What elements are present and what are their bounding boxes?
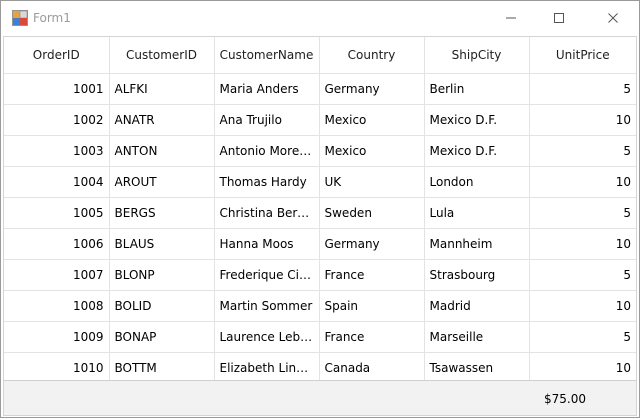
orderid-cell[interactable]: 1004 xyxy=(4,166,110,198)
customername-cell[interactable]: Ana Trujilo xyxy=(214,104,320,136)
table-row[interactable]: 1006 BLAUS Hanna Moos Germany Mannheim 1… xyxy=(4,228,636,260)
customerid-cell[interactable]: BOLID xyxy=(109,290,215,322)
table-row[interactable]: 1005 BERGS Christina Berglund Sweden Lul… xyxy=(4,197,636,229)
column-header-orderid[interactable]: OrderID xyxy=(4,37,110,74)
country-cell[interactable]: France xyxy=(319,259,425,291)
orderid-cell[interactable]: 1008 xyxy=(4,290,110,322)
orderid-cell[interactable]: 1007 xyxy=(4,259,110,291)
customerid-cell[interactable]: BOTTM xyxy=(109,352,215,384)
orderid-cell[interactable]: 1006 xyxy=(4,228,110,260)
orderid-cell[interactable]: 1009 xyxy=(4,321,110,353)
data-grid[interactable]: OrderID CustomerID CustomerName Country … xyxy=(3,36,637,416)
close-icon xyxy=(608,13,618,23)
customerid-cell[interactable]: BONAP xyxy=(109,321,215,353)
customerid-cell[interactable]: ANATR xyxy=(109,104,215,136)
unitprice-cell[interactable]: 5 xyxy=(529,73,636,105)
customername-cell[interactable]: Elizabeth Lincoln xyxy=(214,352,320,384)
country-cell[interactable]: Germany xyxy=(319,73,425,105)
customerid-cell[interactable]: AROUT xyxy=(109,166,215,198)
customername-cell[interactable]: Frederique Citeaux xyxy=(214,259,320,291)
customerid-cell[interactable]: BLONP xyxy=(109,259,215,291)
unitprice-cell[interactable]: 10 xyxy=(529,352,636,384)
summary-row: $75.00 xyxy=(4,380,636,415)
shipcity-cell[interactable]: Marseille xyxy=(424,321,530,353)
country-cell[interactable]: Spain xyxy=(319,290,425,322)
country-cell[interactable]: Germany xyxy=(319,228,425,260)
maximize-icon xyxy=(554,13,564,23)
table-row[interactable]: 1007 BLONP Frederique Citeaux France Str… xyxy=(4,259,636,291)
shipcity-cell[interactable]: Lula xyxy=(424,197,530,229)
country-cell[interactable]: Mexico xyxy=(319,104,425,136)
table-row[interactable]: 1009 BONAP Laurence Lebihan France Marse… xyxy=(4,321,636,353)
country-cell[interactable]: Canada xyxy=(319,352,425,384)
country-cell[interactable]: UK xyxy=(319,166,425,198)
country-cell[interactable]: Mexico xyxy=(319,135,425,167)
shipcity-cell[interactable]: Tsawassen xyxy=(424,352,530,384)
shipcity-cell[interactable]: Mannheim xyxy=(424,228,530,260)
orderid-cell[interactable]: 1003 xyxy=(4,135,110,167)
country-cell[interactable]: Sweden xyxy=(319,197,425,229)
customerid-cell[interactable]: ANTON xyxy=(109,135,215,167)
shipcity-cell[interactable]: Mexico D.F. xyxy=(424,104,530,136)
table-row[interactable]: 1010 BOTTM Elizabeth Lincoln Canada Tsaw… xyxy=(4,352,636,384)
customername-cell[interactable]: Laurence Lebihan xyxy=(214,321,320,353)
window-title: Form1 xyxy=(33,11,71,25)
customername-cell[interactable]: Maria Anders xyxy=(214,73,320,105)
maximize-button[interactable] xyxy=(536,1,582,35)
shipcity-cell[interactable]: Strasbourg xyxy=(424,259,530,291)
customerid-cell[interactable]: BLAUS xyxy=(109,228,215,260)
table-row[interactable]: 1008 BOLID Martin Sommer Spain Madrid 10 xyxy=(4,290,636,322)
shipcity-cell[interactable]: Mexico D.F. xyxy=(424,135,530,167)
table-row[interactable]: 1001 ALFKI Maria Anders Germany Berlin 5 xyxy=(4,73,636,105)
column-header-unitprice[interactable]: UnitPrice xyxy=(529,37,636,74)
orderid-cell[interactable]: 1001 xyxy=(4,73,110,105)
customername-cell[interactable]: Christina Berglund xyxy=(214,197,320,229)
customername-cell[interactable]: Hanna Moos xyxy=(214,228,320,260)
app-icon xyxy=(12,10,28,26)
column-header-shipcity[interactable]: ShipCity xyxy=(424,37,530,74)
unitprice-cell[interactable]: 10 xyxy=(529,166,636,198)
form-window: Form1 OrderID CustomerID CustomerName Co… xyxy=(0,0,640,418)
unitprice-sum: $75.00 xyxy=(544,392,586,406)
orderid-cell[interactable]: 1002 xyxy=(4,104,110,136)
customername-cell[interactable]: Thomas Hardy xyxy=(214,166,320,198)
customerid-cell[interactable]: ALFKI xyxy=(109,73,215,105)
unitprice-cell[interactable]: 10 xyxy=(529,228,636,260)
table-row[interactable]: 1004 AROUT Thomas Hardy UK London 10 xyxy=(4,166,636,198)
orderid-cell[interactable]: 1010 xyxy=(4,352,110,384)
close-button[interactable] xyxy=(590,1,636,35)
customerid-cell[interactable]: BERGS xyxy=(109,197,215,229)
table-row[interactable]: 1002 ANATR Ana Trujilo Mexico Mexico D.F… xyxy=(4,104,636,136)
unitprice-cell[interactable]: 5 xyxy=(529,135,636,167)
customername-cell[interactable]: Antonio Moreno xyxy=(214,135,320,167)
country-cell[interactable]: France xyxy=(319,321,425,353)
table-row[interactable]: 1003 ANTON Antonio Moreno Mexico Mexico … xyxy=(4,135,636,167)
column-header-country[interactable]: Country xyxy=(319,37,425,74)
minimize-button[interactable] xyxy=(488,1,534,35)
customername-cell[interactable]: Martin Sommer xyxy=(214,290,320,322)
unitprice-cell[interactable]: 5 xyxy=(529,197,636,229)
orderid-cell[interactable]: 1005 xyxy=(4,197,110,229)
shipcity-cell[interactable]: Berlin xyxy=(424,73,530,105)
title-bar[interactable]: Form1 xyxy=(1,1,639,35)
shipcity-cell[interactable]: Madrid xyxy=(424,290,530,322)
unitprice-cell[interactable]: 5 xyxy=(529,259,636,291)
minimize-icon xyxy=(506,17,516,19)
column-header-customerid[interactable]: CustomerID xyxy=(109,37,215,74)
unitprice-cell[interactable]: 10 xyxy=(529,290,636,322)
column-header-customername[interactable]: CustomerName xyxy=(214,37,320,74)
shipcity-cell[interactable]: London xyxy=(424,166,530,198)
header-row: OrderID CustomerID CustomerName Country … xyxy=(4,37,636,74)
unitprice-cell[interactable]: 5 xyxy=(529,321,636,353)
unitprice-cell[interactable]: 10 xyxy=(529,104,636,136)
